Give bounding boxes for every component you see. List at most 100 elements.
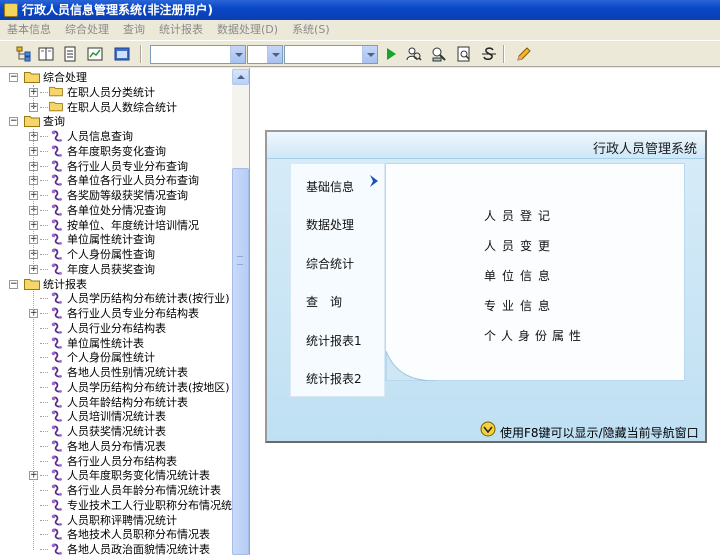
tree-item[interactable]: 各单位处分情况查询 xyxy=(67,203,166,218)
tree-guide-line xyxy=(33,129,34,270)
tree-connector xyxy=(40,239,48,241)
pencil-icon xyxy=(517,47,531,61)
report-item-icon xyxy=(51,543,62,555)
preview-button[interactable] xyxy=(454,44,474,64)
tree-item[interactable]: 各行业人员专业分布查询 xyxy=(67,159,188,174)
tree-item[interactable]: 在职人员人数综合统计 xyxy=(67,100,177,115)
magnifier-icon xyxy=(432,47,446,62)
tree-item[interactable]: 个人身份属性统计 xyxy=(67,350,155,365)
tree-connector xyxy=(40,209,48,211)
tree-item[interactable]: 各年度职务变化查询 xyxy=(67,144,166,159)
folder-icon xyxy=(24,116,40,128)
tree-connector xyxy=(40,268,48,270)
menu-system[interactable]: 系统(S) xyxy=(285,20,337,40)
menu-comprehensive[interactable]: 综合处理 xyxy=(58,20,116,40)
window-button[interactable] xyxy=(112,44,132,64)
info-icon xyxy=(480,421,496,437)
report-item-icon xyxy=(51,233,62,246)
chevron-down-icon[interactable] xyxy=(267,46,282,63)
scroll-up-button[interactable] xyxy=(232,69,249,85)
book-button[interactable] xyxy=(36,44,56,64)
tree-item[interactable]: 年度人员获奖查询 xyxy=(67,262,155,277)
chevron-down-icon[interactable] xyxy=(362,46,377,63)
tree-item[interactable]: 按单位、年度统计培训情况 xyxy=(67,218,199,233)
window-icon xyxy=(114,47,130,61)
tree-item[interactable]: 各行业人员年龄分布情况统计表 xyxy=(67,483,221,498)
tree-item[interactable]: 个人身份属性查询 xyxy=(67,247,155,262)
chart-button[interactable] xyxy=(85,44,105,64)
run-button[interactable] xyxy=(381,44,401,64)
menu-query[interactable]: 查询 xyxy=(116,20,152,40)
menu-person-register[interactable]: 人员登记 xyxy=(484,207,556,224)
folder-icon xyxy=(24,72,40,83)
tree-group-label[interactable]: 查询 xyxy=(43,114,65,129)
tree-group-label[interactable]: 综合处理 xyxy=(43,70,87,85)
menu-basic-info[interactable]: 基本信息 xyxy=(0,20,58,40)
tree-item[interactable]: 各奖励等级获奖情况查询 xyxy=(67,188,188,203)
tree-item[interactable]: 在职人员分类统计 xyxy=(67,85,155,100)
tree-item[interactable]: 各地人员性别情况统计表 xyxy=(67,365,188,380)
pencil-dropdown-button[interactable] xyxy=(511,44,537,64)
tree-item[interactable]: 人员信息查询 xyxy=(67,129,133,144)
tree-connector xyxy=(40,416,48,418)
tree-item[interactable]: 单位属性统计表 xyxy=(67,336,144,351)
tree-connector xyxy=(40,445,48,447)
nav-comprehensive-stats[interactable]: 综合统计 xyxy=(306,255,354,272)
chevron-down-icon[interactable] xyxy=(230,46,245,63)
tree-item[interactable]: 人员培训情况统计表 xyxy=(67,409,166,424)
tree-scrollbar[interactable] xyxy=(232,68,249,555)
tree-item[interactable]: 人员年龄结构分布统计表 xyxy=(67,395,188,410)
tree-item[interactable]: 人员获奖情况统计表 xyxy=(67,424,166,439)
report-item-icon xyxy=(51,307,62,319)
nav-query[interactable]: 查 询 xyxy=(306,293,342,310)
filter-combo-2[interactable] xyxy=(247,45,283,64)
filter-combo-3[interactable] xyxy=(284,45,378,64)
collapse-toggle[interactable]: − xyxy=(9,279,18,289)
search-user-button[interactable] xyxy=(404,44,424,64)
strikethrough-icon xyxy=(482,47,496,60)
tree-item[interactable]: 人员学历结构分布统计表(按地区) xyxy=(67,380,230,395)
navigation-tree[interactable]: − 综合处理 + 在职人员分类统计 + 在职人员人数综合统计 − 查询 + 人员信息查询 + 各年度职… xyxy=(0,68,250,555)
scroll-grip xyxy=(237,256,243,265)
filter-combo-1[interactable] xyxy=(150,45,246,64)
tree-item[interactable]: 各地人员政治面貌情况统计表 xyxy=(67,542,210,555)
tree-item[interactable]: 各行业人员专业分布结构表 xyxy=(67,306,199,321)
find-user-button[interactable] xyxy=(429,44,449,64)
book-icon xyxy=(38,47,54,61)
report-item-icon xyxy=(51,263,62,275)
folder-icon xyxy=(49,101,63,111)
nav-report-1[interactable]: 统计报表1 xyxy=(306,332,362,349)
tree-item[interactable]: 各单位各行业人员分布查询 xyxy=(67,173,199,188)
tree-item[interactable]: 单位属性统计查询 xyxy=(67,232,155,247)
tree-item[interactable]: 各地人员分布情况表 xyxy=(67,439,166,454)
scroll-thumb[interactable] xyxy=(232,168,249,555)
tree-item[interactable]: 人员行业分布结构表 xyxy=(67,321,166,336)
tree-item[interactable]: 各行业人员分布结构表 xyxy=(67,454,177,469)
tree-item[interactable]: 专业技术工人行业职称分布情况统计表 xyxy=(67,498,249,513)
menu-person-change[interactable]: 人员变更 xyxy=(484,237,556,254)
collapse-toggle[interactable]: − xyxy=(9,73,18,82)
tree-connector xyxy=(40,460,48,462)
tree-item[interactable]: 人员年度职务变化情况统计表 xyxy=(67,468,210,483)
nav-basic-info[interactable]: 基础信息 xyxy=(306,178,354,195)
menu-identity-attribute[interactable]: 个人身份属性 xyxy=(484,327,586,344)
document-button[interactable] xyxy=(60,44,80,64)
tree-toggle-button[interactable] xyxy=(14,44,34,64)
collapse-toggle[interactable]: − xyxy=(9,117,18,127)
tree-connector xyxy=(40,150,48,152)
tree-connector xyxy=(40,91,48,93)
tree-connector xyxy=(40,549,48,550)
menu-reports[interactable]: 统计报表 xyxy=(152,20,210,40)
tree-item[interactable]: 人员学历结构分布统计表(按行业) xyxy=(67,291,230,306)
strikethrough-button[interactable] xyxy=(479,44,499,64)
tree-connector xyxy=(40,475,48,477)
tree-group-label[interactable]: 统计报表 xyxy=(43,277,87,292)
menu-unit-info[interactable]: 单位信息 xyxy=(484,267,556,284)
menu-data-processing[interactable]: 数据处理(D) xyxy=(210,20,285,40)
report-item-icon xyxy=(51,174,62,187)
nav-report-2[interactable]: 统计报表2 xyxy=(306,370,362,387)
tree-item[interactable]: 人员职称评聘情况统计 xyxy=(67,513,177,528)
nav-data-processing[interactable]: 数据处理 xyxy=(306,216,354,233)
menu-specialty-info[interactable]: 专业信息 xyxy=(484,297,556,314)
tree-item[interactable]: 各地技术人员职称分布情况表 xyxy=(67,527,210,542)
